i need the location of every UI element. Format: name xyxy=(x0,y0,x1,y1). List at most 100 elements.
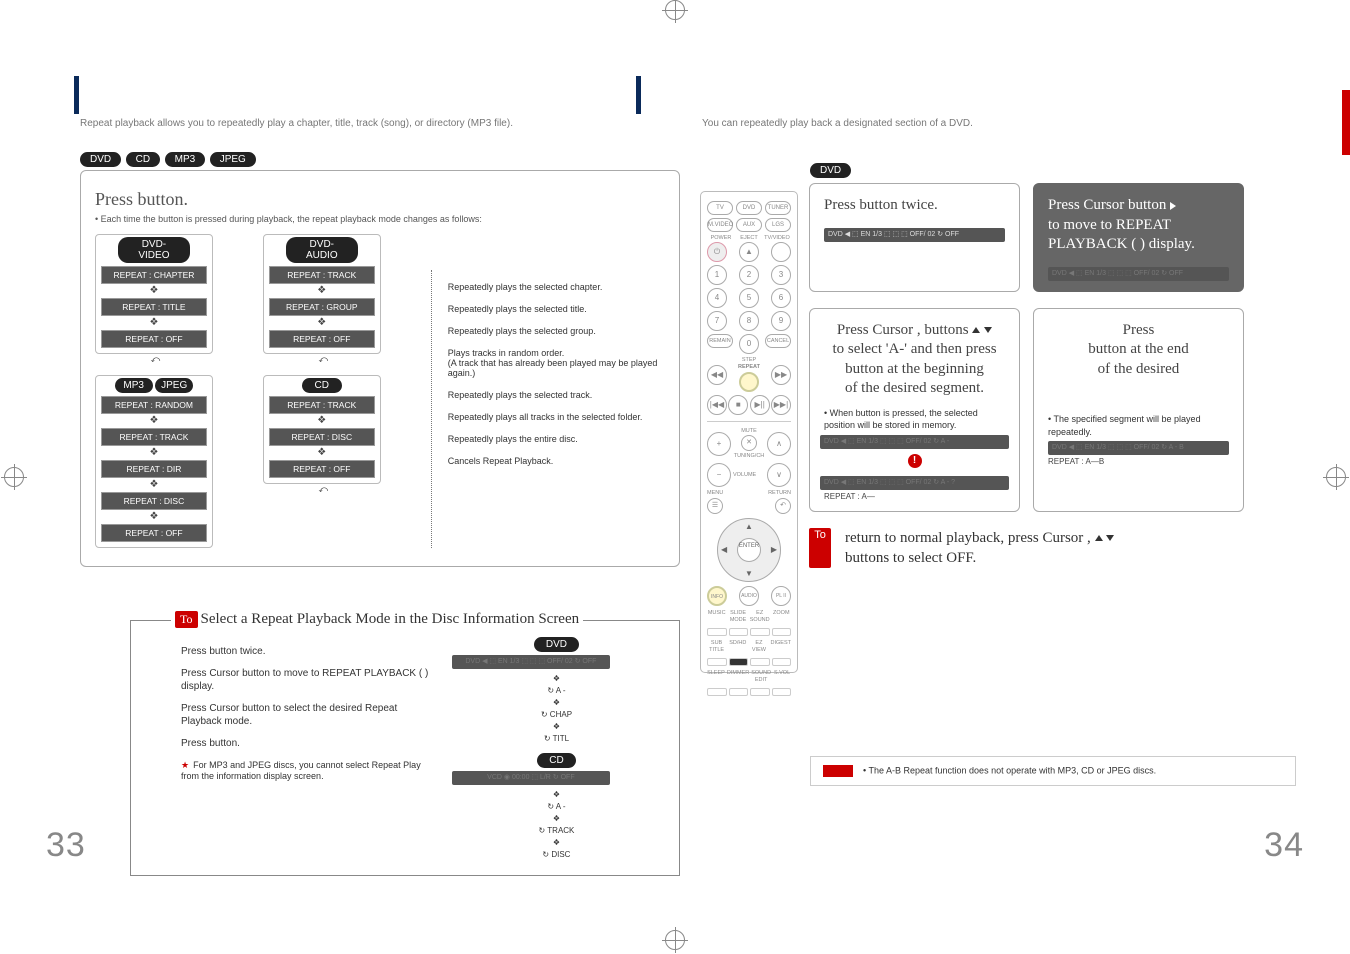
loop-arrow-icon: ⤺ xyxy=(151,354,161,365)
dvd-video-column: DVD- VIDEO REPEAT : CHAPTER ❖ REPEAT : T… xyxy=(95,234,213,354)
remote-next-button: ▶▶| xyxy=(771,395,791,415)
dvd-audio-label: DVD- AUDIO xyxy=(286,237,358,263)
status-strip-dvd: DVD ◀ ⬚ EN 1/3 ⬚ ⬚ ⬚ OFF/ 02 ↻ OFF xyxy=(452,655,610,669)
triangle-down-icon xyxy=(1106,535,1114,541)
intro-text-left: Repeat playback allows you to repeatedly… xyxy=(80,118,513,129)
remote-num-9: 9 xyxy=(771,311,791,331)
remote-num-7: 7 xyxy=(707,311,727,331)
step-1-box: Press button twice. DVD ◀ ⬚ EN 1/3 ⬚ ⬚ ⬚… xyxy=(809,183,1020,292)
subbox-info-screen: ToSelect a Repeat Playback Mode in the D… xyxy=(130,620,680,876)
remote-num-2: 2 xyxy=(739,265,759,285)
badge-dvd: DVD xyxy=(80,152,121,167)
badge-cd: CD xyxy=(126,152,160,167)
right-panel: Press button twice. DVD ◀ ⬚ EN 1/3 ⬚ ⬚ ⬚… xyxy=(809,183,1244,568)
triangle-right-icon xyxy=(1170,202,1176,210)
page-tab-indicator xyxy=(1342,90,1350,155)
desc-disc: Repeatedly plays the entire disc. xyxy=(448,434,665,444)
down-arrow-icon: ❖ xyxy=(98,513,210,521)
desc-chapter: Repeatedly plays the selected chapter. xyxy=(448,282,665,292)
remote-stop-button: ■ xyxy=(728,395,748,415)
state-repeat-chapter: REPEAT : CHAPTER xyxy=(101,266,207,284)
remote-rewind-button: ◀◀ xyxy=(707,365,727,385)
state-repeat-track: REPEAT : TRACK xyxy=(101,428,207,446)
repeat-tag-ab: REPEAT : A—B xyxy=(1048,457,1229,466)
remote-num-1: 1 xyxy=(707,265,727,285)
remote-repeat-button xyxy=(739,372,759,392)
remote-num-8: 8 xyxy=(739,311,759,331)
page-number-right: 34 xyxy=(1264,826,1304,865)
registration-mark-right xyxy=(1326,467,1346,487)
badge-jpeg: JPEG xyxy=(210,152,256,167)
remote-prev-button: |◀◀ xyxy=(707,395,727,415)
remote-forward-button: ▶▶ xyxy=(771,365,791,385)
desc-group: Repeatedly plays the selected group. xyxy=(448,326,665,336)
down-arrow-icon: ❖ xyxy=(266,417,378,425)
remote-ch-down-button: ∨ xyxy=(767,463,791,487)
remote-play-button: ▶|| xyxy=(750,395,770,415)
remote-control-illustration: TV DVD TUNER M.VIDEO AUX LGS POWER⏻ EJEC… xyxy=(700,191,798,673)
step-1-status: DVD ◀ ⬚ EN 1/3 ⬚ ⬚ ⬚ OFF/ 02 ↻ OFF xyxy=(824,228,1005,242)
registration-mark-top xyxy=(665,0,685,20)
state-repeat-off: REPEAT : OFF xyxy=(101,330,207,348)
remote-vol-down-button: − xyxy=(707,463,731,487)
step-4-note: • The specified segment will be played r… xyxy=(1048,413,1229,438)
jpeg-label: JPEG xyxy=(155,378,193,393)
remote-eject-button: ▲ xyxy=(739,242,759,262)
left-main-box: Press button. • Each time the button is … xyxy=(80,170,680,567)
triangle-up-icon xyxy=(1095,535,1103,541)
state-repeat-off-cd: REPEAT : OFF xyxy=(269,460,375,478)
remote-menu-button: ☰ xyxy=(707,498,723,514)
desc-folder: Repeatedly plays all tracks in the selec… xyxy=(448,412,665,422)
remote-num-6: 6 xyxy=(771,288,791,308)
state-repeat-group: REPEAT : GROUP xyxy=(269,298,375,316)
state-repeat-title: REPEAT : TITLE xyxy=(101,298,207,316)
state-repeat-random: REPEAT : RANDOM xyxy=(101,396,207,414)
remote-tvvideo-button xyxy=(771,242,791,262)
badge-mp3: MP3 xyxy=(165,152,206,167)
page-title-bar-right xyxy=(636,76,641,114)
registration-mark-left xyxy=(4,467,24,487)
sub-step-1: Press button twice. xyxy=(181,645,432,659)
return-tip: To return to normal playback, press Curs… xyxy=(809,528,1244,569)
press-subtext: • Each time the button is pressed during… xyxy=(95,214,665,224)
down-arrow-icon: ❖ xyxy=(98,417,210,425)
remote-lgs-button: LGS xyxy=(765,218,791,232)
remote-eject-label: EJECT xyxy=(735,235,763,242)
triangle-up-icon xyxy=(972,327,980,333)
step-4-status: DVD ◀ ⬚ EN 1/3 ⬚ ⬚ ⬚ OFF/ 02 ↻ A - B xyxy=(1048,441,1229,455)
right-format-badge: DVD xyxy=(810,163,853,178)
remote-repeat-label: REPEAT xyxy=(738,364,760,371)
dvd-repeat-stack: ❖ ↻ A - ❖ ↻ CHAP ❖ ↻ TITL xyxy=(452,673,661,745)
remote-info-button: INFO xyxy=(707,586,727,606)
step-3-status-1: DVD ◀ ⬚ EN 1/3 ⬚ ⬚ ⬚ OFF/ 02 ↻ A - xyxy=(820,435,1009,449)
desc-title: Repeatedly plays the selected title. xyxy=(448,304,665,314)
mp3-jpeg-column: MP3 JPEG REPEAT : RANDOM ❖ REPEAT : TRAC… xyxy=(95,375,213,548)
step-4-head: Press button at the end of the desired xyxy=(1048,321,1229,380)
remote-return-label: RETURN xyxy=(768,490,791,497)
sub-step-2: Press Cursor button to move to REPEAT PL… xyxy=(181,667,432,694)
state-repeat-off-mp3: REPEAT : OFF xyxy=(101,524,207,542)
to-badge-return: To xyxy=(809,528,831,569)
down-arrow-icon: ❖ xyxy=(98,481,210,489)
down-arrow-icon: ❖ xyxy=(98,287,210,295)
note-text: • The A-B Repeat function does not opera… xyxy=(863,765,1156,775)
step-3-head: Press Cursor , buttons to select 'A-' an… xyxy=(824,321,1005,399)
step-2-status: DVD ◀ ⬚ EN 1/3 ⬚ ⬚ ⬚ OFF/ 02 ↻ OFF xyxy=(1048,267,1229,281)
cd-repeat-stack: ❖ ↻ A - ❖ ↻ TRACK ❖ ↻ DISC xyxy=(452,789,661,861)
remote-aux-button: AUX xyxy=(736,218,762,232)
note-box: • The A-B Repeat function does not opera… xyxy=(810,756,1296,786)
description-list: Repeatedly plays the selected chapter. R… xyxy=(431,270,665,548)
state-repeat-track-cd: REPEAT : TRACK xyxy=(269,396,375,414)
state-repeat-disc-cd: REPEAT : DISC xyxy=(269,428,375,446)
down-arrow-icon: ❖ xyxy=(266,449,378,457)
note-label xyxy=(823,765,853,777)
loop-arrow-icon: ⤺ xyxy=(318,484,328,495)
remote-dpad: ▲ ▼ ◀ ▶ ENTER xyxy=(717,518,781,582)
loop-arrow-icon: ⤺ xyxy=(318,354,328,365)
desc-random: Plays tracks in random order. (A track t… xyxy=(448,348,665,378)
remote-enter-button: ENTER xyxy=(737,538,761,562)
to-badge: To xyxy=(175,611,198,628)
remote-power-button: ⏻ xyxy=(707,242,727,262)
subbox-title: ToSelect a Repeat Playback Mode in the D… xyxy=(171,611,583,628)
page-title-bar-left xyxy=(74,76,79,114)
